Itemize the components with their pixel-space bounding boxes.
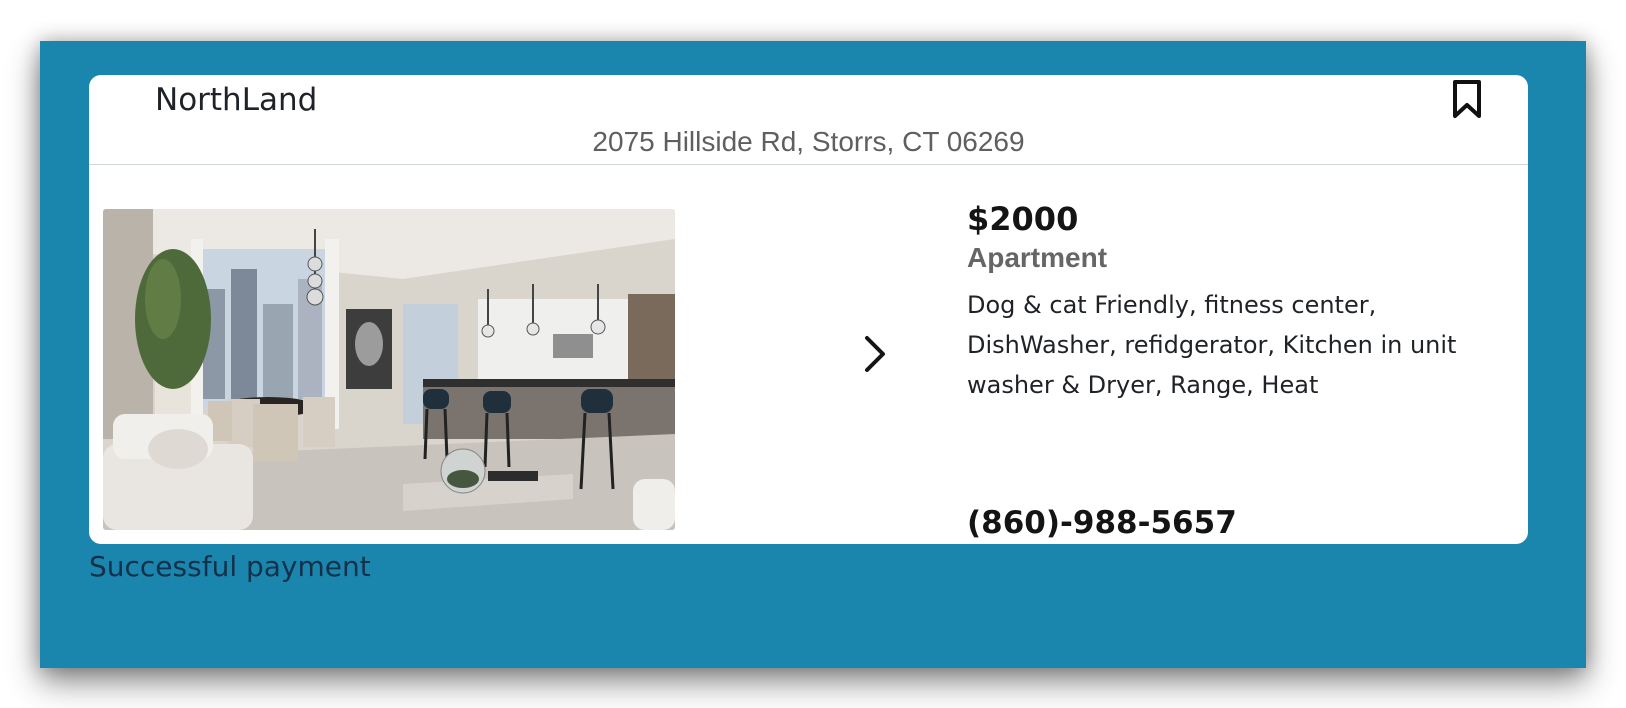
chevron-right-icon[interactable] [857,332,893,376]
payment-status-message: Successful payment [89,550,371,583]
apartment-image [103,209,675,530]
property-type: Apartment [967,242,1108,273]
property-name: NorthLand [155,82,318,118]
listing-panel: NorthLand 2075 Hillside Rd, Storrs, CT 0… [40,41,1586,668]
card-header: NorthLand 2075 Hillside Rd, Storrs, CT 0… [89,75,1528,165]
amenities-text: Dog & cat Friendly, fitness center, Dish… [967,291,1457,399]
bookmark-icon[interactable] [1450,79,1484,119]
listing-card[interactable]: NorthLand 2075 Hillside Rd, Storrs, CT 0… [89,75,1528,544]
price: $2000 [967,200,1079,238]
property-address: 2075 Hillside Rd, Storrs, CT 06269 [592,126,1025,157]
property-photo[interactable] [103,209,675,530]
phone-number[interactable]: (860)-988-5657 [967,503,1237,543]
